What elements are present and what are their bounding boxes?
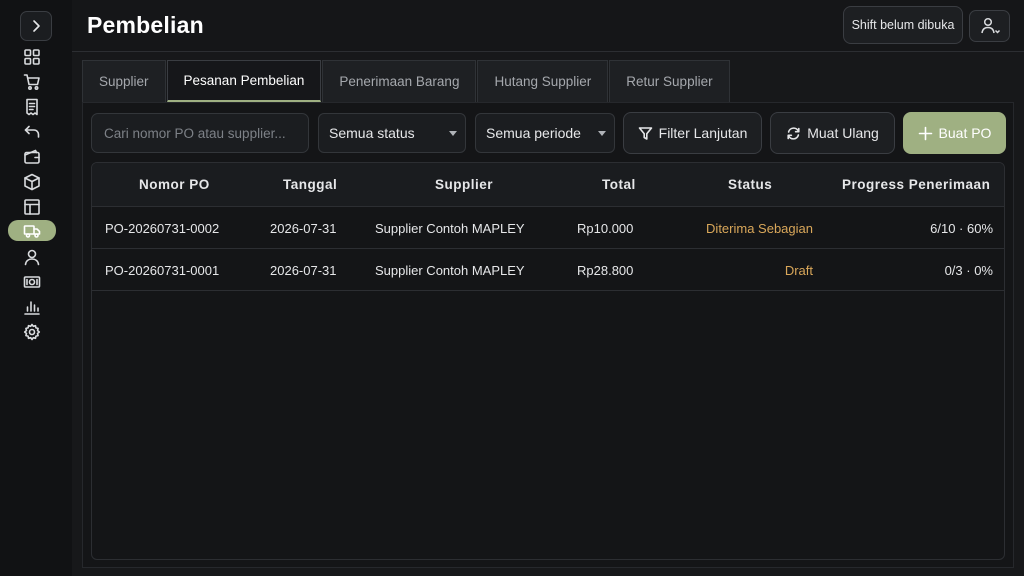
filter-icon (638, 126, 652, 140)
purchase-orders-table: Nomor PO Tanggal Supplier Total Status P… (91, 162, 1005, 560)
page-header: Pembelian Shift belum dibuka (72, 0, 1024, 52)
tab-purchase-orders[interactable]: Pesanan Pembelian (166, 60, 322, 102)
shift-status-button[interactable]: Shift belum dibuka (843, 6, 963, 44)
table-row[interactable]: PO-20260731-0001 2026-07-31 Supplier Con… (92, 249, 1004, 291)
return-icon (24, 125, 40, 138)
progress-cell: 0/3 · 0% (944, 263, 993, 278)
column-header-status[interactable]: Status (728, 177, 772, 192)
user-icon (24, 249, 40, 265)
period-select[interactable]: Semua periode (475, 113, 615, 153)
page-title: Pembelian (87, 12, 204, 38)
sidebar-item-settings[interactable] (8, 321, 56, 342)
po-number-cell: PO-20260731-0001 (105, 263, 220, 278)
status-select[interactable]: Semua status (318, 113, 466, 153)
column-header-total[interactable]: Total (602, 177, 636, 192)
supplier-cell: Supplier Contoh MAPLEY (375, 263, 525, 278)
supplier-cell: Supplier Contoh MAPLEY (375, 221, 525, 236)
box-icon (24, 173, 40, 190)
tab-bar: Supplier Pesanan Pembelian Penerimaan Ba… (82, 60, 731, 103)
tab-supplier-returns[interactable]: Retur Supplier (609, 60, 730, 102)
cart-icon (23, 73, 40, 90)
advanced-filter-button[interactable]: Filter Lanjutan (623, 112, 762, 154)
status-select-value: Semua status (329, 125, 415, 141)
tab-goods-receipt[interactable]: Penerimaan Barang (322, 60, 477, 102)
sidebar-item-products[interactable] (8, 171, 56, 192)
sidebar-item-finance[interactable] (8, 146, 56, 167)
wallet-icon (24, 149, 40, 164)
sidebar-item-inventory[interactable] (8, 196, 56, 217)
sidebar-item-customers[interactable] (8, 246, 56, 267)
date-cell: 2026-07-31 (270, 263, 337, 278)
sidebar-item-cash[interactable] (8, 271, 56, 292)
sidebar-item-sales[interactable] (8, 71, 56, 92)
status-badge: Diterima Sebagian (706, 221, 813, 236)
reload-button[interactable]: Muat Ulang (770, 112, 895, 154)
po-number-cell: PO-20260731-0002 (105, 221, 220, 236)
table-header: Nomor PO Tanggal Supplier Total Status P… (92, 163, 1004, 207)
period-select-value: Semua periode (486, 125, 581, 141)
chevron-down-icon (598, 131, 606, 136)
tab-supplier[interactable]: Supplier (82, 60, 166, 102)
sidebar-item-dashboard[interactable] (8, 46, 56, 67)
table-row[interactable]: PO-20260731-0002 2026-07-31 Supplier Con… (92, 207, 1004, 249)
reload-label: Muat Ulang (807, 125, 879, 141)
search-input[interactable]: Cari nomor PO atau supplier... (91, 113, 309, 153)
user-menu-button[interactable] (969, 10, 1010, 42)
column-header-date[interactable]: Tanggal (283, 177, 337, 192)
money-icon (23, 275, 41, 288)
plus-icon (918, 126, 932, 140)
chart-icon (24, 300, 40, 315)
gear-icon (23, 323, 41, 340)
sidebar-toggle-button[interactable] (20, 11, 52, 41)
create-po-label: Buat PO (938, 125, 992, 141)
advanced-filter-label: Filter Lanjutan (658, 125, 748, 141)
table-icon (24, 198, 40, 215)
progress-cell: 6/10 · 60% (930, 221, 993, 236)
sidebar-item-purchasing[interactable] (8, 220, 56, 241)
user-dropdown-icon (980, 17, 1000, 34)
sidebar-item-returns[interactable] (8, 121, 56, 142)
chevron-right-icon (33, 20, 40, 32)
sidebar-item-transactions[interactable] (8, 96, 56, 117)
purchase-orders-panel: Cari nomor PO atau supplier... Semua sta… (82, 102, 1014, 568)
total-cell: Rp10.000 (577, 221, 634, 236)
truck-icon (23, 224, 41, 238)
status-badge: Draft (784, 263, 813, 278)
column-header-progress[interactable]: Progress Penerimaan (842, 177, 990, 192)
total-cell: Rp28.800 (577, 263, 634, 278)
sidebar-item-reports[interactable] (8, 296, 56, 317)
main-content: Pembelian Shift belum dibuka Supplier Pe… (72, 0, 1024, 576)
dashboard-icon (24, 48, 40, 65)
create-po-button[interactable]: Buat PO (903, 112, 1006, 154)
refresh-icon (787, 126, 800, 140)
receipt-icon (26, 98, 38, 115)
sidebar (0, 0, 72, 576)
chevron-down-icon (449, 131, 457, 136)
date-cell: 2026-07-31 (270, 221, 337, 236)
column-header-supplier[interactable]: Supplier (435, 177, 493, 192)
tab-supplier-debt[interactable]: Hutang Supplier (477, 60, 609, 102)
column-header-po-number[interactable]: Nomor PO (139, 177, 210, 192)
